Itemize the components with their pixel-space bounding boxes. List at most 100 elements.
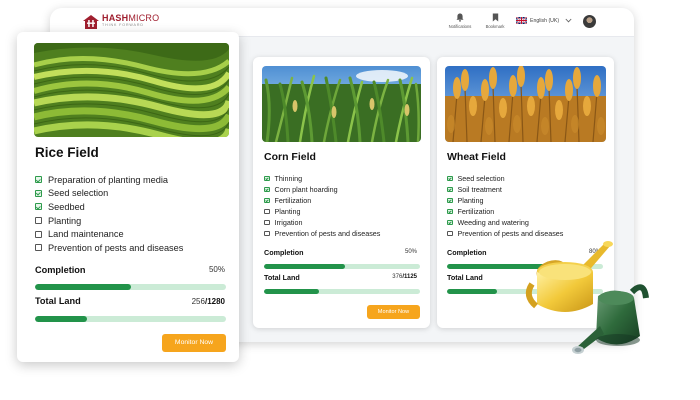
task-label: Fertilization xyxy=(274,196,312,205)
bell-icon xyxy=(456,13,464,22)
land-total: /1125 xyxy=(402,274,417,280)
task-item[interactable]: Prevention of pests and diseases xyxy=(447,228,563,239)
corn-field-card: Corn Field Thinning Corn plant hoarding … xyxy=(253,57,430,328)
task-checkbox[interactable] xyxy=(35,189,42,197)
total-land-value: 376/1125 xyxy=(392,274,417,280)
completion-label: Completion xyxy=(447,248,487,257)
bookmark-icon xyxy=(492,13,498,22)
task-item[interactable]: Irrigation xyxy=(264,217,380,228)
task-label: Seed selection xyxy=(457,174,505,183)
task-item[interactable]: Fertilization xyxy=(264,195,380,206)
task-item[interactable]: Weeding and watering xyxy=(447,217,563,228)
task-checkbox[interactable] xyxy=(264,186,270,193)
task-checkbox[interactable] xyxy=(264,175,270,182)
task-label: Preparation of planting media xyxy=(48,174,169,185)
user-avatar[interactable] xyxy=(583,15,596,28)
hashmicro-logo[interactable]: HASHMICRO THINK FORWARD xyxy=(83,14,159,29)
card-title: Rice Field xyxy=(35,145,99,160)
rice-field-image xyxy=(34,43,229,137)
total-land-label: Total Land xyxy=(447,273,483,282)
notifications-label: Notifications xyxy=(448,24,472,29)
brand-name-primary: HASH xyxy=(102,13,129,23)
task-item[interactable]: Planting xyxy=(264,206,380,217)
watering-can-icon xyxy=(525,241,649,354)
task-label: Seed selection xyxy=(48,188,109,199)
completion-value: 50% xyxy=(208,265,225,274)
task-checkbox[interactable] xyxy=(447,197,453,204)
task-checkbox[interactable] xyxy=(264,197,270,204)
total-land-value: 256/1280 xyxy=(192,297,225,306)
task-item[interactable]: Soil treatment xyxy=(447,184,563,195)
language-label: English (UK) xyxy=(530,17,560,24)
total-land-progress-fill xyxy=(447,289,497,294)
hashmicro-logo-icon xyxy=(83,15,99,29)
land-used: 256 xyxy=(191,297,205,306)
task-checklist: Thinning Corn plant hoarding Fertilizati… xyxy=(264,173,380,239)
task-checkbox[interactable] xyxy=(264,219,270,226)
completion-progress-bar xyxy=(264,264,420,269)
monitor-now-button[interactable]: Monitor Now xyxy=(162,334,226,352)
task-checkbox[interactable] xyxy=(447,230,453,237)
card-title: Wheat Field xyxy=(447,151,506,163)
card-title: Corn Field xyxy=(264,151,316,163)
corn-field-image xyxy=(262,66,421,142)
task-checkbox[interactable] xyxy=(35,244,42,252)
task-label: Planting xyxy=(48,215,82,226)
task-checklist: Preparation of planting media Seed selec… xyxy=(35,173,183,255)
total-land-progress-bar xyxy=(35,316,226,322)
task-item[interactable]: Corn plant hoarding xyxy=(264,184,380,195)
task-checkbox[interactable] xyxy=(264,208,270,215)
total-land-progress-fill xyxy=(35,316,87,322)
task-item[interactable]: Seedbed xyxy=(35,200,183,214)
land-total: /1280 xyxy=(204,297,225,306)
task-label: Prevention of pests and diseases xyxy=(457,229,564,238)
task-checkbox[interactable] xyxy=(264,230,270,237)
task-checkbox[interactable] xyxy=(35,176,42,184)
task-item[interactable]: Seed selection xyxy=(35,187,183,201)
task-label: Irrigation xyxy=(274,218,303,227)
task-checkbox[interactable] xyxy=(35,230,42,238)
task-checkbox[interactable] xyxy=(447,219,453,226)
total-land-label: Total Land xyxy=(264,273,300,282)
task-item[interactable]: Thinning xyxy=(264,173,380,184)
task-label: Soil treatment xyxy=(457,185,502,194)
task-checkbox[interactable] xyxy=(447,175,453,182)
bookmark-label: Bookmark xyxy=(485,24,505,29)
completion-label: Completion xyxy=(35,265,86,275)
task-item[interactable]: Planting xyxy=(35,214,183,228)
task-label: Prevention of pests and diseases xyxy=(48,242,184,253)
brand-name-secondary: MICRO xyxy=(128,13,160,23)
task-item[interactable]: Fertilization xyxy=(447,206,563,217)
language-selector[interactable]: English (UK) xyxy=(516,17,572,24)
task-label: Prevention of pests and diseases xyxy=(274,229,381,238)
task-item[interactable]: Seed selection xyxy=(447,173,563,184)
land-used: 376 xyxy=(392,274,403,280)
wheat-field-image xyxy=(445,66,606,142)
task-checkbox[interactable] xyxy=(35,217,42,225)
total-land-label: Total Land xyxy=(35,296,81,306)
task-label: Fertilization xyxy=(457,207,495,216)
chevron-down-icon xyxy=(565,18,572,23)
monitor-now-button[interactable]: Monitor Now xyxy=(367,305,420,319)
task-item[interactable]: Planting xyxy=(447,195,563,206)
task-checkbox[interactable] xyxy=(35,203,42,211)
task-item[interactable]: Preparation of planting media xyxy=(35,173,183,187)
task-checkbox[interactable] xyxy=(447,186,453,193)
task-label: Seedbed xyxy=(48,201,85,212)
task-label: Weeding and watering xyxy=(457,218,529,227)
task-checklist: Seed selection Soil treatment Planting F… xyxy=(447,173,563,239)
task-label: Planting xyxy=(457,196,484,205)
task-item[interactable]: Land maintenance xyxy=(35,227,183,241)
task-item[interactable]: Prevention of pests and diseases xyxy=(35,241,183,255)
notifications-button[interactable]: Notifications xyxy=(440,13,480,29)
rice-field-card: Rice Field Preparation of planting media… xyxy=(17,32,239,362)
task-label: Thinning xyxy=(274,174,303,183)
task-item[interactable]: Prevention of pests and diseases xyxy=(264,228,380,239)
completion-value: 50% xyxy=(404,249,417,255)
bookmark-button[interactable]: Bookmark xyxy=(475,13,515,29)
task-checkbox[interactable] xyxy=(447,208,453,215)
completion-label: Completion xyxy=(264,248,304,257)
brand-name: HASHMICRO xyxy=(102,14,159,23)
completion-progress-bar xyxy=(35,284,226,290)
total-land-progress-fill xyxy=(264,289,319,294)
